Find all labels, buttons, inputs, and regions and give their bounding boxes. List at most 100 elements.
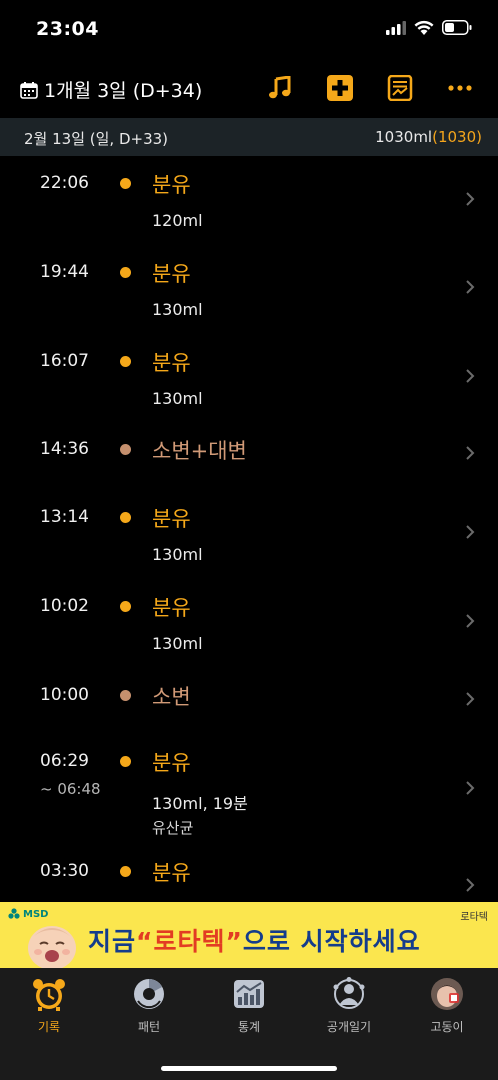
add-record-button[interactable] <box>326 74 354 102</box>
record-row[interactable]: 10:00 소변 <box>0 672 498 743</box>
record-title: 분유 <box>152 173 191 197</box>
music-button[interactable] <box>266 74 294 102</box>
record-time: 19:44 <box>40 262 89 282</box>
status-time: 23:04 <box>36 18 99 40</box>
record-row[interactable]: 03:30 분유 <box>0 855 498 902</box>
banner-product: 로타텍 <box>460 912 488 923</box>
more-button[interactable] <box>446 74 474 102</box>
bottom-tab-bar: 기록 패턴 통계 공개일기 고동이 <box>0 968 498 1080</box>
record-row[interactable]: 16:07 분유 130ml <box>0 334 498 422</box>
baby-profile-icon <box>429 976 465 1012</box>
record-type-dot <box>120 690 131 701</box>
record-time: 06:29 <box>40 751 89 771</box>
statistics-icon <box>231 976 267 1012</box>
day-total-ml: 1030ml <box>375 128 433 146</box>
calendar-icon <box>20 81 38 99</box>
chevron-right-icon <box>466 446 475 460</box>
record-time: 03:30 <box>40 861 89 881</box>
date-selector[interactable]: 1개월 3일 (D+34) <box>20 76 202 103</box>
more-icon <box>448 85 472 91</box>
tab-public-diary[interactable]: 공개일기 <box>304 976 394 1035</box>
record-row[interactable]: 06:29 ~ 06:48 분유 130ml, 19분 유산균 <box>0 743 498 855</box>
record-time: 10:02 <box>40 596 89 616</box>
note-icon <box>387 75 413 101</box>
wifi-icon <box>414 20 434 35</box>
record-row[interactable]: 22:06 분유 120ml <box>0 156 498 245</box>
tab-statistics[interactable]: 통계 <box>204 976 294 1035</box>
record-row[interactable]: 13:14 분유 130ml <box>0 494 498 583</box>
ad-banner[interactable]: MSD 로타텍 지금“로타텍”으로 시작하세요 <box>0 902 498 968</box>
day-total: 1030ml(1030) <box>375 128 482 146</box>
record-type-dot <box>120 601 131 612</box>
chevron-right-icon <box>466 878 475 892</box>
record-type-dot <box>120 866 131 877</box>
day-summary-header: 2월 13일 (일, D+33) 1030ml(1030) <box>0 118 498 156</box>
day-total-paren-close: ) <box>476 128 482 146</box>
record-title: 소변 <box>152 685 191 709</box>
note-button[interactable] <box>386 74 414 102</box>
tab-baby-profile[interactable]: 고동이 <box>402 976 492 1035</box>
top-navigation: 1개월 3일 (D+34) <box>0 60 498 118</box>
record-time: 22:06 <box>40 173 89 193</box>
chevron-right-icon <box>466 369 475 383</box>
record-detail: 130ml <box>152 300 203 319</box>
date-title: 1개월 3일 (D+34) <box>44 80 203 102</box>
banner-text-highlight: “로타텍” <box>136 927 243 956</box>
tab-records[interactable]: 기록 <box>4 976 94 1035</box>
battery-icon <box>442 20 472 35</box>
baby-face-icon <box>28 926 76 968</box>
record-title: 분유 <box>152 351 191 375</box>
record-row[interactable]: 14:36 소변+대변 <box>0 422 498 494</box>
record-title: 분유 <box>152 596 191 620</box>
day-total-value: 1030 <box>437 128 477 146</box>
nav-actions <box>266 74 474 102</box>
chevron-right-icon <box>466 692 475 706</box>
record-title: 분유 <box>152 861 191 885</box>
chevron-right-icon <box>466 280 475 294</box>
banner-text-before: 지금 <box>88 927 137 956</box>
tab-label: 기록 <box>37 1020 61 1034</box>
home-indicator <box>161 1066 337 1071</box>
record-detail: 130ml <box>152 545 203 564</box>
record-title: 분유 <box>152 507 191 531</box>
chevron-right-icon <box>466 192 475 206</box>
record-list: 22:06 분유 120ml 19:44 분유 130ml 16:07 분유 1… <box>0 156 498 902</box>
add-icon <box>327 75 353 101</box>
banner-text-after: 으로 시작하세요 <box>242 927 421 956</box>
record-detail: 130ml, 19분 <box>152 794 248 813</box>
record-detail: 130ml <box>152 634 203 653</box>
record-type-dot <box>120 444 131 455</box>
tab-label: 고동이 <box>430 1020 464 1034</box>
record-detail: 120ml <box>152 211 203 230</box>
chevron-right-icon <box>466 781 475 795</box>
record-title: 소변+대변 <box>152 439 247 463</box>
alarm-clock-icon <box>31 976 67 1012</box>
record-extra: 유산균 <box>152 819 194 837</box>
banner-headline: 지금“로타텍”으로 시작하세요 <box>88 922 421 958</box>
chevron-right-icon <box>466 614 475 628</box>
chevron-right-icon <box>466 525 475 539</box>
tab-pattern[interactable]: 패턴 <box>104 976 194 1035</box>
record-type-dot <box>120 512 131 523</box>
record-row[interactable]: 19:44 분유 130ml <box>0 245 498 334</box>
record-type-dot <box>120 178 131 189</box>
record-detail: 130ml <box>152 389 203 408</box>
record-time: 13:14 <box>40 507 89 527</box>
status-icons <box>386 20 472 35</box>
record-time: 16:07 <box>40 351 89 371</box>
record-title: 분유 <box>152 262 191 286</box>
record-title: 분유 <box>152 751 191 775</box>
tab-label: 통계 <box>237 1020 261 1034</box>
record-type-dot <box>120 267 131 278</box>
public-diary-icon <box>331 976 367 1012</box>
record-time: 14:36 <box>40 439 89 459</box>
status-bar: 23:04 <box>0 0 498 60</box>
record-end-time: ~ 06:48 <box>40 780 101 798</box>
record-time: 10:00 <box>40 685 89 705</box>
tab-label: 공개일기 <box>326 1020 372 1034</box>
day-title: 2월 13일 (일, D+33) <box>24 130 169 148</box>
pattern-chart-icon <box>131 976 167 1012</box>
record-type-dot <box>120 356 131 367</box>
cellular-signal-icon <box>386 20 406 35</box>
record-row[interactable]: 10:02 분유 130ml <box>0 583 498 672</box>
